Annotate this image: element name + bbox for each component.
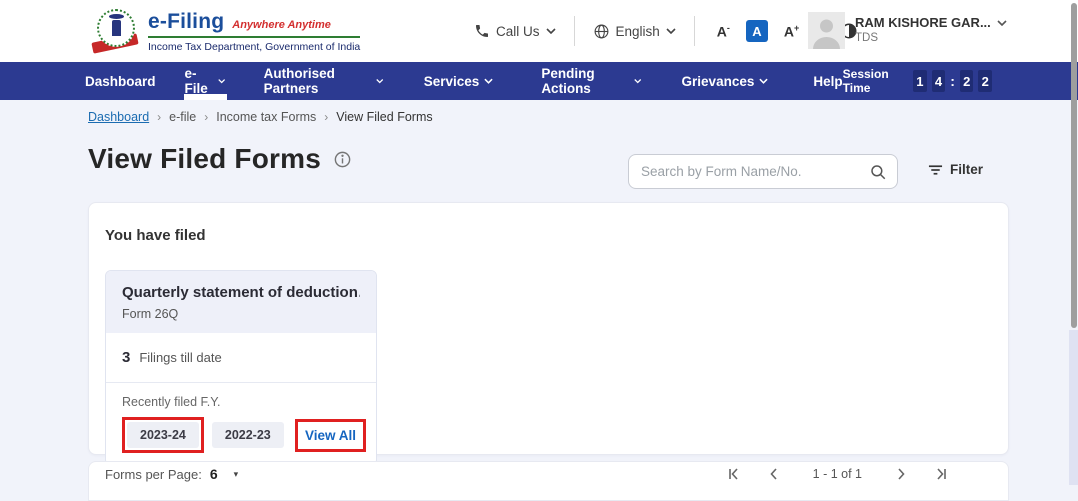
form-card-header: Quarterly statement of deduction… Form 2… — [106, 271, 376, 333]
chevron-down-icon — [545, 28, 556, 34]
filed-forms-panel: You have filed Quarterly statement of de… — [88, 202, 1009, 466]
nav-help[interactable]: Help — [813, 62, 842, 100]
font-decrease-button[interactable]: A- — [713, 21, 734, 42]
session-digit: 1 — [913, 70, 927, 92]
section-title: You have filed — [105, 227, 206, 244]
main-nav: Dashboard e-File Authorised Partners Ser… — [0, 62, 1078, 100]
user-name: RAM KISHORE GAR... — [855, 15, 991, 30]
avatar — [808, 12, 845, 49]
breadcrumb-dashboard[interactable]: Dashboard — [88, 110, 149, 124]
user-menu[interactable]: RAM KISHORE GAR... TDS — [808, 12, 1007, 49]
filter-icon — [928, 164, 943, 175]
view-all-link[interactable]: View All — [300, 424, 361, 447]
font-increase-button[interactable]: A+ — [780, 21, 803, 42]
brand-divider — [148, 35, 361, 38]
previous-page-button[interactable] — [767, 467, 781, 481]
session-timer: Session Time 1 4 : 2 2 — [843, 67, 992, 95]
search-box — [628, 154, 898, 189]
breadcrumb: Dashboard › e-file › Income tax Forms › … — [88, 110, 433, 124]
filings-count: 3 — [122, 349, 131, 366]
chevron-down-icon — [218, 79, 226, 84]
per-page-dropdown[interactable]: ▾ — [234, 469, 239, 480]
brand-title: e-Filing — [148, 9, 225, 33]
divider — [693, 16, 695, 46]
globe-icon — [594, 24, 608, 38]
header-tools: Call Us English A- A A+ — [474, 0, 858, 62]
form-title: Quarterly statement of deduction… — [122, 284, 360, 301]
breadcrumb-e-file[interactable]: e-file — [169, 110, 196, 124]
call-us-menu[interactable]: Call Us — [474, 23, 556, 39]
brand-logo[interactable]: e-Filing Anywhere Anytime Income Tax Dep… — [91, 8, 361, 54]
nav-e-file[interactable]: e-File — [183, 62, 227, 100]
brand-subtitle: Income Tax Department, Government of Ind… — [148, 40, 361, 53]
session-digit: 4 — [931, 70, 946, 92]
chevron-down-icon — [666, 28, 676, 34]
nav-services[interactable]: Services — [424, 62, 494, 100]
per-page-value: 6 — [209, 466, 218, 482]
chevron-down-icon — [634, 79, 642, 84]
search-icon[interactable] — [869, 163, 887, 181]
scrollbar-track[interactable] — [1069, 330, 1078, 485]
user-role: TDS — [855, 32, 878, 44]
recently-filed-label: Recently filed F.Y. — [122, 395, 221, 409]
language-label: English — [615, 23, 660, 39]
phone-icon — [476, 25, 488, 37]
font-normal-button[interactable]: A — [745, 20, 768, 42]
breadcrumb-view-filed-forms: View Filed Forms — [336, 110, 433, 124]
page-title: View Filed Forms — [88, 143, 321, 174]
form-number: Form 26Q — [122, 307, 179, 321]
pagination-bar: Forms per Page: 6 ▾ 1 - 1 of 1 — [88, 461, 1009, 501]
language-menu[interactable]: English — [593, 23, 676, 40]
scrollbar-thumb[interactable] — [1071, 3, 1077, 328]
session-time-label: Session Time — [842, 67, 889, 95]
first-page-button[interactable] — [727, 467, 741, 481]
filings-label: Filings till date — [139, 350, 222, 365]
first-page-icon — [728, 468, 738, 480]
chevron-down-icon — [997, 19, 1007, 26]
top-header: e-Filing Anywhere Anytime Income Tax Dep… — [0, 0, 1078, 62]
nav-dashboard[interactable]: Dashboard — [85, 62, 156, 100]
search-input[interactable] — [641, 164, 869, 179]
call-us-label: Call Us — [496, 23, 540, 39]
nav-authorised-partners[interactable]: Authorised Partners — [264, 62, 384, 100]
annotation-box-year-2023-24: 2023-24 — [122, 417, 204, 453]
session-digit: 2 — [959, 70, 974, 92]
forms-per-page: Forms per Page: 6 ▾ — [105, 466, 238, 482]
per-page-label: Forms per Page: — [105, 466, 202, 482]
annotation-box-view-all: View All — [294, 418, 366, 452]
chevron-down-icon — [484, 78, 493, 84]
session-digit: 2 — [978, 70, 992, 92]
chevron-right-icon — [898, 468, 905, 480]
chevron-left-icon — [770, 468, 777, 480]
last-page-button[interactable] — [934, 467, 948, 481]
nav-pending-actions[interactable]: Pending Actions — [541, 62, 642, 100]
nav-grievances[interactable]: Grievances — [682, 62, 769, 100]
chevron-down-icon — [759, 78, 769, 84]
info-icon[interactable] — [333, 150, 352, 169]
last-page-icon — [937, 468, 946, 480]
filter-label: Filter — [950, 162, 984, 177]
filter-button[interactable]: Filter — [928, 162, 983, 177]
next-page-button[interactable] — [894, 467, 908, 481]
divider — [573, 16, 575, 46]
page-range: 1 - 1 of 1 — [812, 467, 862, 481]
chevron-down-icon — [376, 79, 384, 84]
breadcrumb-income-tax-forms[interactable]: Income tax Forms — [216, 110, 316, 124]
brand-tagline: Anywhere Anytime — [232, 18, 331, 31]
year-chip-2022-23[interactable]: 2022-23 — [211, 422, 284, 448]
form-card-26q[interactable]: Quarterly statement of deduction… Form 2… — [105, 270, 377, 466]
year-chip-2023-24[interactable]: 2023-24 — [127, 422, 199, 448]
income-tax-emblem-icon — [91, 8, 139, 54]
